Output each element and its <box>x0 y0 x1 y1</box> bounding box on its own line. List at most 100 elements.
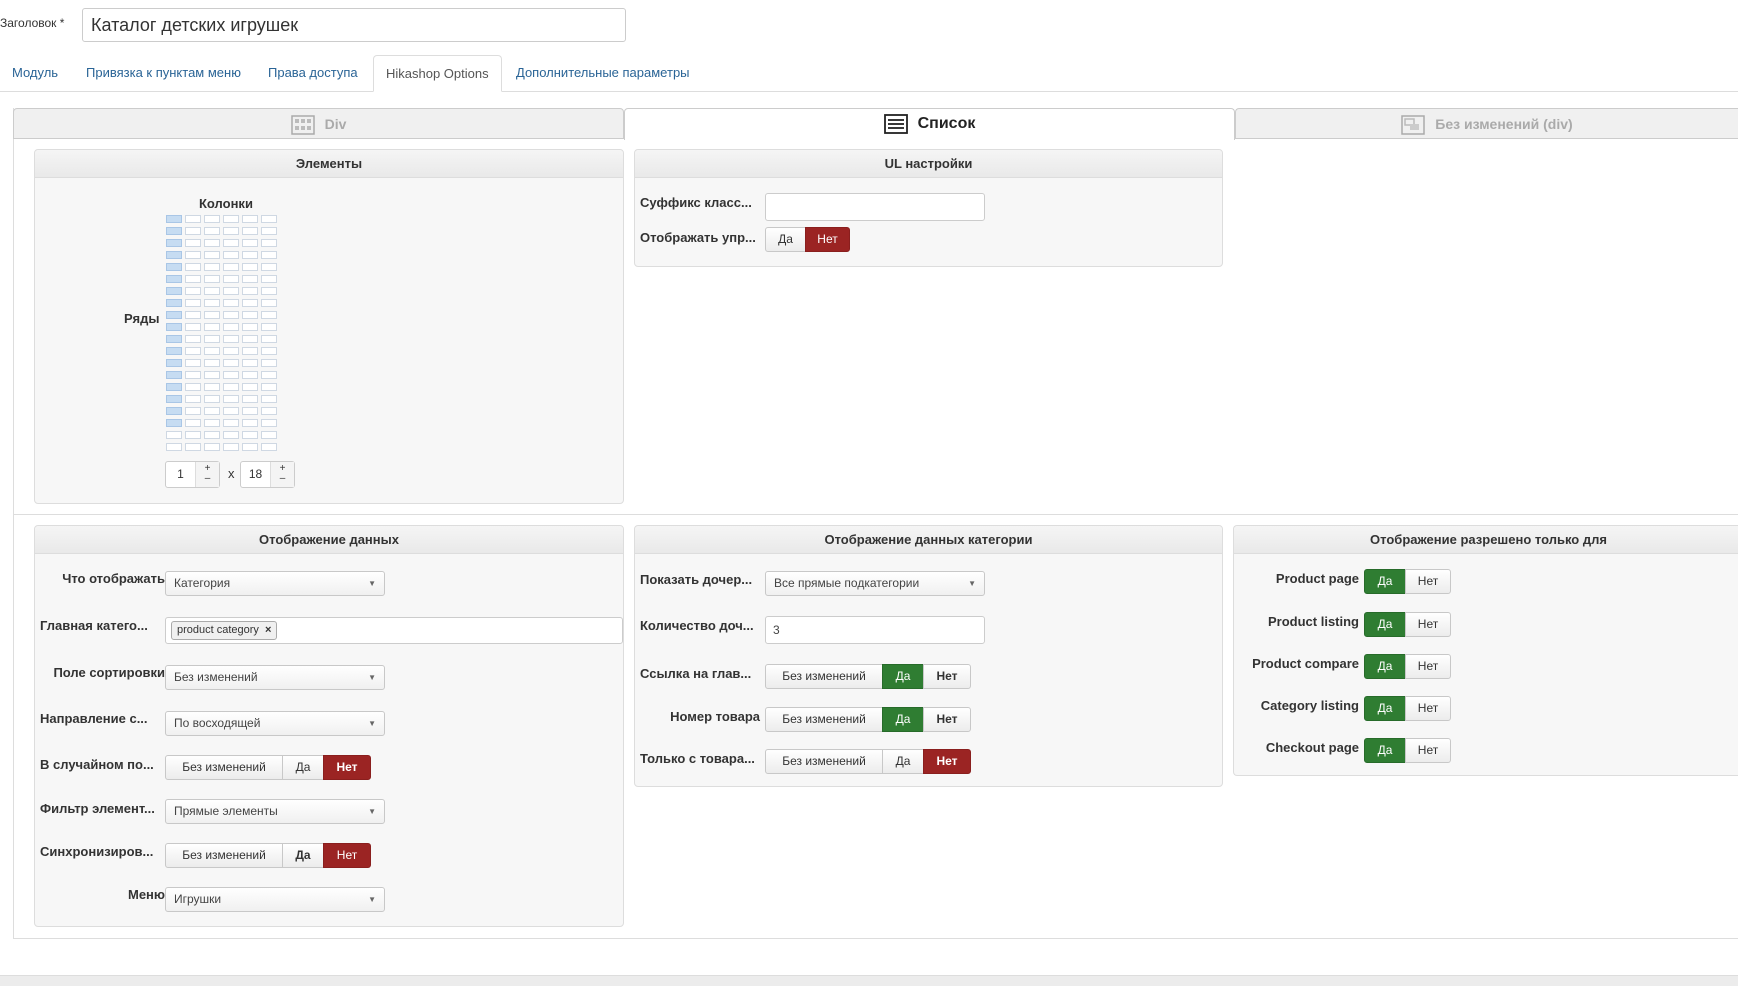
grid-cell[interactable] <box>185 263 201 271</box>
grid-cell[interactable] <box>185 215 201 223</box>
product-listing-yes-button[interactable]: Да <box>1364 612 1406 637</box>
product-page-no-button[interactable]: Нет <box>1405 569 1451 594</box>
grid-cell[interactable] <box>261 371 277 379</box>
grid-cell[interactable] <box>185 419 201 427</box>
grid-cell[interactable] <box>242 215 258 223</box>
grid-cell[interactable] <box>166 419 182 427</box>
grid-cell[interactable] <box>223 347 239 355</box>
grid-cell[interactable] <box>223 323 239 331</box>
direction-select[interactable]: По восходящей ▼ <box>165 711 385 736</box>
grid-cell[interactable] <box>166 227 182 235</box>
grid-cell[interactable] <box>204 359 220 367</box>
children-count-input[interactable]: 3 <box>765 616 985 644</box>
grid-cell[interactable] <box>204 263 220 271</box>
what-display-select[interactable]: Категория ▼ <box>165 571 385 596</box>
grid-cell[interactable] <box>166 443 182 451</box>
grid-cell[interactable] <box>185 395 201 403</box>
category-listing-yes-button[interactable]: Да <box>1364 696 1406 721</box>
grid-cell[interactable] <box>242 407 258 415</box>
tab-menu-assignment[interactable]: Привязка к пунктам меню <box>74 55 253 91</box>
grid-cell[interactable] <box>242 431 258 439</box>
ul-suffix-input[interactable] <box>765 193 985 221</box>
grid-cell[interactable] <box>166 371 182 379</box>
category-listing-no-button[interactable]: Нет <box>1405 696 1451 721</box>
grid-cell[interactable] <box>223 275 239 283</box>
grid-cell[interactable] <box>242 251 258 259</box>
grid-cell[interactable] <box>166 263 182 271</box>
grid-cell[interactable] <box>166 251 182 259</box>
grid-cell[interactable] <box>185 311 201 319</box>
grid-cell[interactable] <box>242 383 258 391</box>
grid-cell[interactable] <box>261 251 277 259</box>
grid-cell[interactable] <box>204 239 220 247</box>
grid-cell[interactable] <box>204 443 220 451</box>
grid-cell[interactable] <box>261 347 277 355</box>
tab-advanced[interactable]: Дополнительные параметры <box>504 55 702 91</box>
grid-cell[interactable] <box>204 347 220 355</box>
grid-cell[interactable] <box>185 323 201 331</box>
grid-cell[interactable] <box>261 383 277 391</box>
grid-cell[interactable] <box>185 371 201 379</box>
grid-cell[interactable] <box>185 227 201 235</box>
grid-cell[interactable] <box>223 311 239 319</box>
grid-cell[interactable] <box>166 323 182 331</box>
menu-select[interactable]: Игрушки ▼ <box>165 887 385 912</box>
grid-cell[interactable] <box>223 335 239 343</box>
grid-cell[interactable] <box>204 275 220 283</box>
grid-cell[interactable] <box>242 227 258 235</box>
grid-cell[interactable] <box>261 263 277 271</box>
grid-cell[interactable] <box>223 359 239 367</box>
layout-tab-inherit[interactable]: Без изменений (div) <box>1235 108 1738 139</box>
only-with-no-change-button[interactable]: Без изменений <box>765 749 883 774</box>
link-main-no-button[interactable]: Нет <box>923 664 971 689</box>
link-main-yes-button[interactable]: Да <box>882 664 924 689</box>
random-no-change-button[interactable]: Без изменений <box>165 755 283 780</box>
grid-cell[interactable] <box>166 347 182 355</box>
grid-cell[interactable] <box>242 371 258 379</box>
grid-cell[interactable] <box>223 239 239 247</box>
grid-cell[interactable] <box>166 275 182 283</box>
grid-cell[interactable] <box>261 299 277 307</box>
grid-cell[interactable] <box>185 299 201 307</box>
grid-cell[interactable] <box>166 335 182 343</box>
grid-cell[interactable] <box>185 251 201 259</box>
grid-cell[interactable] <box>223 215 239 223</box>
grid-cell[interactable] <box>242 359 258 367</box>
grid-cell[interactable] <box>242 287 258 295</box>
grid-cell[interactable] <box>261 359 277 367</box>
grid-cell[interactable] <box>204 419 220 427</box>
grid-cell[interactable] <box>223 383 239 391</box>
grid-cell[interactable] <box>166 407 182 415</box>
grid-cell[interactable] <box>185 347 201 355</box>
grid-cell[interactable] <box>185 443 201 451</box>
grid-cell[interactable] <box>223 251 239 259</box>
rows-minus-button[interactable]: – <box>280 473 286 484</box>
grid-cell[interactable] <box>261 419 277 427</box>
grid-cell[interactable] <box>185 383 201 391</box>
columns-minus-button[interactable]: – <box>205 473 211 484</box>
grid-cell[interactable] <box>242 239 258 247</box>
grid-cell[interactable] <box>261 431 277 439</box>
grid-cell[interactable] <box>242 263 258 271</box>
grid-cell[interactable] <box>204 215 220 223</box>
grid-cell[interactable] <box>223 371 239 379</box>
grid-cell[interactable] <box>204 407 220 415</box>
grid-cell[interactable] <box>166 299 182 307</box>
sync-no-change-button[interactable]: Без изменений <box>165 843 283 868</box>
grid-cell[interactable] <box>185 335 201 343</box>
ul-display-no-button[interactable]: Нет <box>805 227 850 252</box>
grid-cell[interactable] <box>242 443 258 451</box>
grid-cell[interactable] <box>204 335 220 343</box>
product-compare-yes-button[interactable]: Да <box>1364 654 1406 679</box>
grid-cell[interactable] <box>223 263 239 271</box>
only-with-yes-button[interactable]: Да <box>882 749 924 774</box>
grid-cell[interactable] <box>185 275 201 283</box>
ul-display-yes-button[interactable]: Да <box>765 227 806 252</box>
grid-cell[interactable] <box>185 359 201 367</box>
grid-cell[interactable] <box>204 371 220 379</box>
grid-cell[interactable] <box>185 239 201 247</box>
grid-cell[interactable] <box>261 395 277 403</box>
filter-select[interactable]: Прямые элементы ▼ <box>165 799 385 824</box>
grid-cell[interactable] <box>261 215 277 223</box>
grid-cell[interactable] <box>261 275 277 283</box>
